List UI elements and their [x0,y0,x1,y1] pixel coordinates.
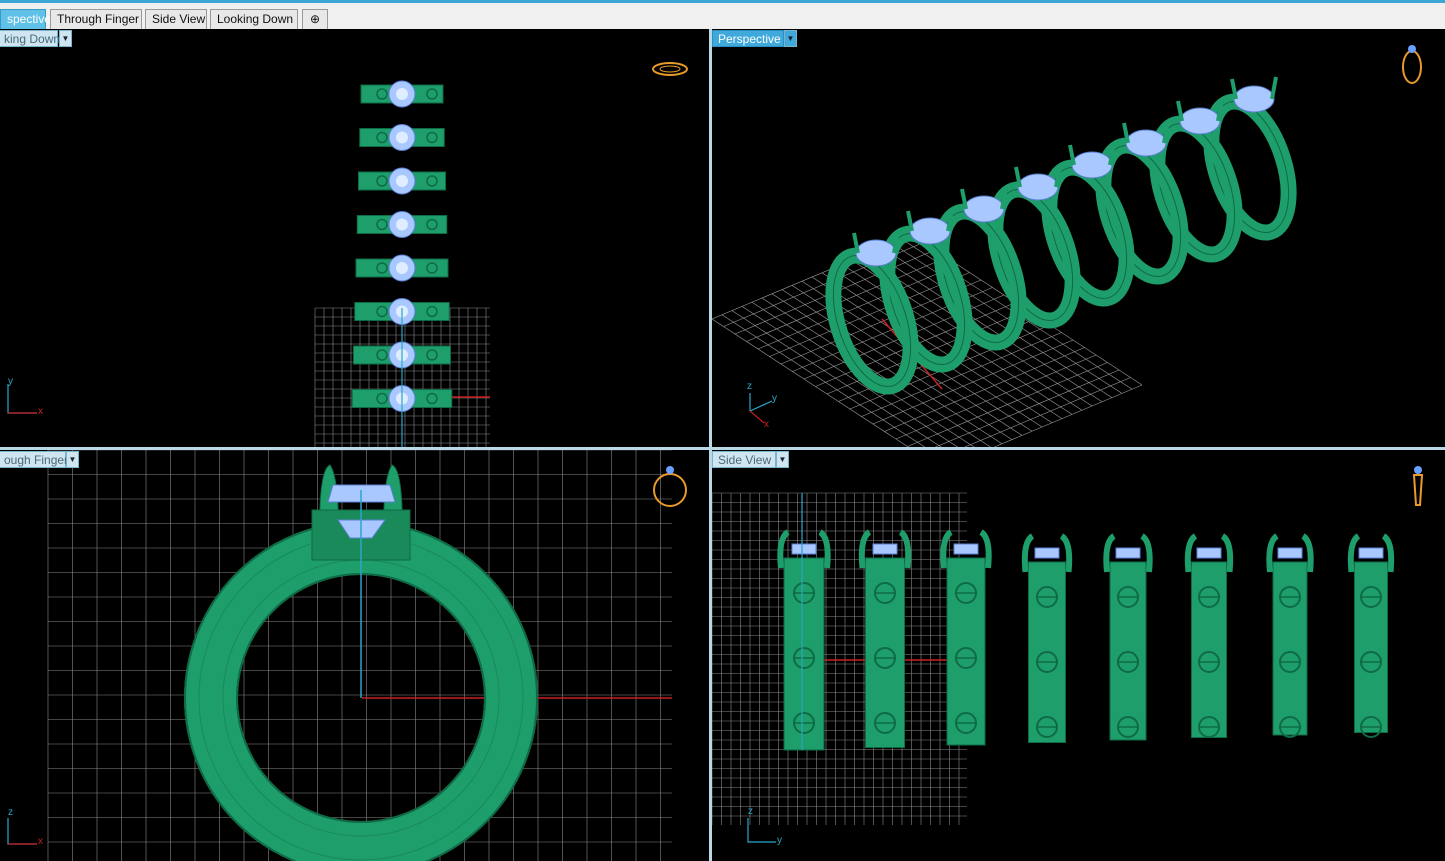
viewport-label-through-finger[interactable]: ough Finger [0,451,68,468]
axis-label-x: x [38,406,43,417]
ring-navigator-icon [653,466,687,507]
viewport-label-looking-down[interactable]: king Down [0,30,60,47]
viewport-splitter-vertical[interactable] [709,29,712,861]
viewport-menu-dropdown[interactable]: ▼ [776,451,789,468]
viewport-perspective[interactable]: z y x Perspective ▼ [712,29,1445,447]
axis-label-z: z [8,807,13,818]
viewport-looking-down[interactable]: y x king Down ▼ [0,29,709,447]
chevron-down-icon: ▼ [786,34,795,43]
tab-looking-down[interactable]: Looking Down [210,9,298,29]
chevron-down-icon: ▼ [68,455,77,464]
ring-side [858,529,912,748]
viewport-label-side-view[interactable]: Side View [712,451,776,468]
viewport-label-perspective[interactable]: Perspective [712,30,784,47]
axis-label-z: z [748,806,753,817]
ring-top [360,80,444,108]
tab-perspective[interactable]: spective [0,9,51,29]
viewport-menu-dropdown[interactable]: ▼ [66,451,79,468]
viewport-through-finger-canvas [7,450,687,861]
ring-navigator-icon [1402,45,1422,84]
ring-top [356,211,448,238]
ring-top [358,167,446,195]
axis-gizmo [7,384,37,414]
viewport-splitter-horizontal[interactable] [0,447,1445,450]
ring-side [1103,533,1153,741]
add-tab-button[interactable]: ⊕ [302,9,328,29]
viewport-looking-down-canvas [7,62,688,447]
viewport-menu-dropdown[interactable]: ▼ [59,30,72,47]
ring-side [1021,533,1073,743]
tab-through-finger[interactable]: Through Finger [50,9,142,29]
ring-navigator-icon [1412,466,1424,506]
viewport-perspective-canvas [712,45,1422,447]
ring-navigator-icon [652,62,688,76]
axis-label-x: x [38,836,43,847]
viewport-side-view[interactable]: z y Side View ▼ [712,450,1445,861]
ring-side [1347,533,1395,738]
chevron-down-icon: ▼ [61,34,70,43]
rings-side-view [777,493,1395,751]
rings-perspective [825,76,1297,395]
viewport-menu-dropdown[interactable]: ▼ [784,30,797,47]
axis-label-y: y [772,393,777,404]
viewport-side-view-canvas [712,466,1424,843]
tab-side-view[interactable]: Side View [145,9,207,29]
axis-gizmo [747,818,776,843]
axis-label-y: y [777,835,782,846]
viewport-tab-bar: spective Through Finger Side View Lookin… [0,0,1445,29]
viewport-through-finger[interactable]: z x ough Finger ▼ [0,450,709,861]
ring-side [940,529,992,746]
construction-grid [712,492,967,825]
axis-label-x: x [764,419,769,430]
plus-icon: ⊕ [309,12,321,26]
axis-gizmo [7,818,37,845]
ring-top [355,254,449,282]
axis-label-y: y [8,376,13,387]
ring-side [777,529,831,751]
ring-side [1266,533,1314,738]
axis-label-z: z [747,381,752,392]
ring-top [359,124,445,151]
rings-top-view [351,80,453,447]
ring-side [1184,533,1234,738]
chevron-down-icon: ▼ [778,455,787,464]
